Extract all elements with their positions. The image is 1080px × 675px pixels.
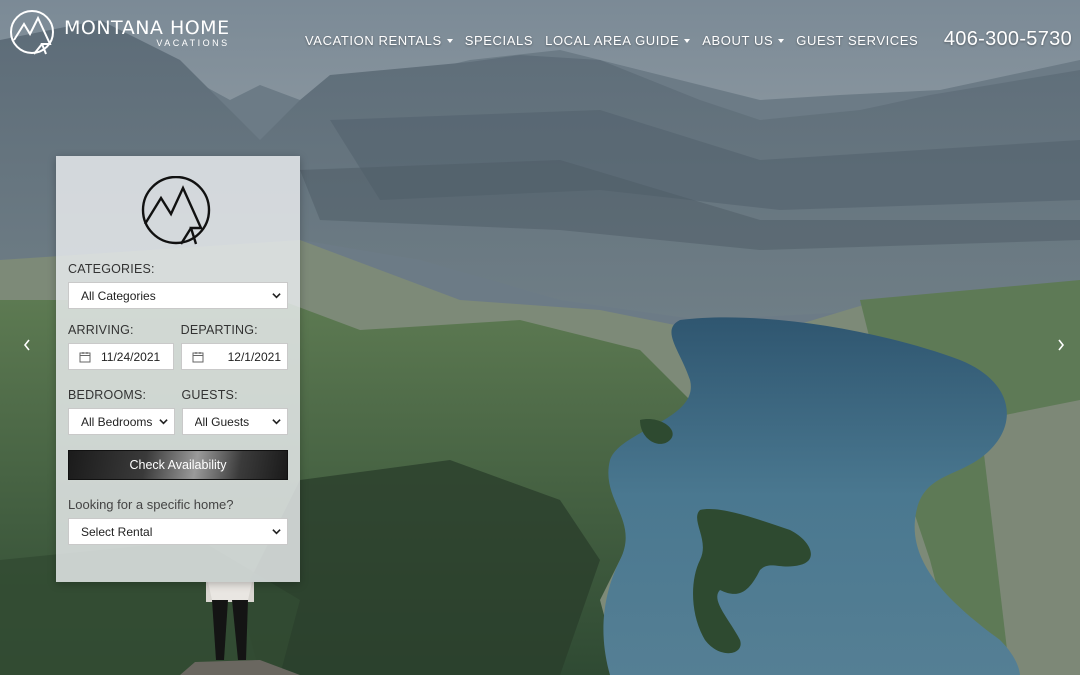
caret-down-icon: [446, 38, 453, 43]
nav-label: VACATION RENTALS: [305, 33, 442, 48]
chevron-right-icon: [1058, 339, 1065, 351]
calendar-icon: [79, 351, 91, 362]
specific-home-label: Looking for a specific home?: [68, 497, 234, 512]
nav-specials[interactable]: SPECIALS: [465, 33, 533, 48]
rental-value: Select Rental: [81, 524, 153, 539]
check-availability-button[interactable]: Check Availability: [68, 450, 288, 480]
slider-prev-button[interactable]: [20, 336, 34, 354]
categories-label: CATEGORIES:: [68, 262, 155, 276]
slider-next-button[interactable]: [1054, 336, 1068, 354]
availability-search-panel: CATEGORIES: All Categories ARRIVING: 11/…: [56, 156, 300, 582]
bedrooms-select[interactable]: All Bedrooms: [68, 408, 175, 435]
nav-vacation-rentals[interactable]: VACATION RENTALS: [305, 33, 453, 48]
mountain-circle-logo-icon: [10, 10, 54, 55]
main-nav: VACATION RENTALS SPECIALS LOCAL AREA GUI…: [305, 33, 918, 48]
calendar-icon: [192, 351, 204, 362]
categories-select[interactable]: All Categories: [68, 282, 288, 309]
chevron-left-icon: [23, 339, 30, 351]
nav-label: GUEST SERVICES: [796, 33, 919, 48]
caret-down-icon: [778, 38, 785, 43]
logo-title: MONTANA HOME: [64, 16, 230, 39]
bedrooms-label: BEDROOMS:: [68, 388, 147, 402]
guests-select[interactable]: All Guests: [181, 408, 288, 435]
nav-label: ABOUT US: [702, 33, 774, 48]
nav-local-area-guide[interactable]: LOCAL AREA GUIDE: [545, 33, 691, 48]
site-logo[interactable]: MONTANA HOME VACATIONS: [8, 8, 230, 58]
departing-label: DEPARTING:: [180, 323, 258, 337]
chevron-down-icon: [158, 419, 168, 425]
categories-value: All Categories: [81, 288, 156, 303]
arriving-label: ARRIVING:: [68, 323, 134, 337]
mountain-circle-logo-icon: [141, 176, 211, 245]
nav-label: SPECIALS: [464, 33, 534, 48]
chevron-down-icon: [272, 419, 281, 425]
logo-subtitle: VACATIONS: [156, 37, 230, 48]
nav-label: LOCAL AREA GUIDE: [545, 33, 680, 48]
caret-down-icon: [684, 38, 691, 43]
guests-value: All Guests: [194, 414, 250, 429]
arriving-value: 11/24/2021: [101, 349, 161, 364]
bedrooms-value: All Bedrooms: [81, 414, 153, 429]
guests-label: GUESTS:: [181, 388, 238, 402]
chevron-down-icon: [272, 293, 281, 299]
nav-about-us[interactable]: ABOUT US: [702, 33, 785, 48]
phone-number-link[interactable]: 406-300-5730: [944, 28, 1072, 51]
departing-date-input[interactable]: 12/1/2021: [180, 343, 288, 370]
logo-text: MONTANA HOME VACATIONS: [64, 16, 230, 48]
departing-value: 12/1/2021: [227, 349, 281, 364]
chevron-down-icon: [272, 529, 281, 535]
arriving-date-input[interactable]: 11/24/2021: [68, 343, 174, 370]
select-rental-select[interactable]: Select Rental: [68, 518, 288, 545]
nav-guest-services[interactable]: GUEST SERVICES: [796, 33, 918, 48]
